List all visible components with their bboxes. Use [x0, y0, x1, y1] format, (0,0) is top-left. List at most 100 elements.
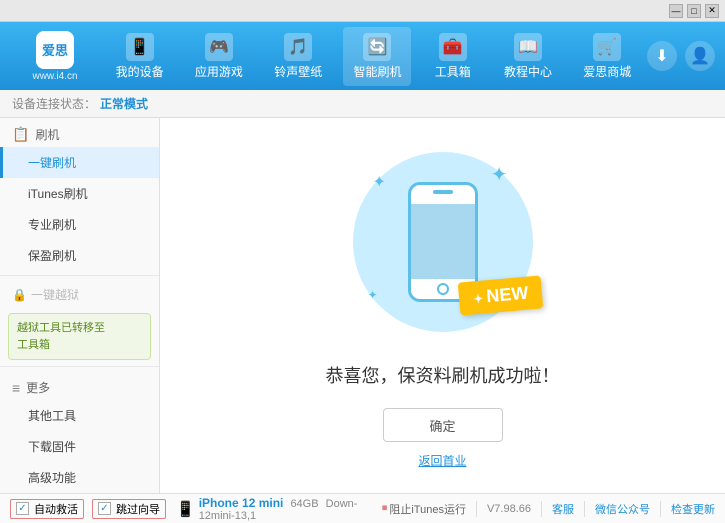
- skip-wizard-check-box: ✓: [98, 502, 111, 515]
- new-badge: NEW: [458, 275, 544, 315]
- confirm-button[interactable]: 确定: [383, 408, 503, 442]
- my-device-icon: 📱: [126, 33, 154, 61]
- device-name: iPhone 12 mini: [199, 496, 284, 510]
- sidebar-item-pro-flash[interactable]: 专业刷机: [0, 209, 159, 240]
- nav-apps-label: 应用游戏: [195, 63, 243, 80]
- nav-mall[interactable]: 🛒 爱思商城: [573, 27, 641, 86]
- more-section-icon: ≡: [12, 380, 20, 396]
- sparkle-tl-icon: ✦: [373, 172, 386, 192]
- sparkle-tr-icon: ✦: [491, 162, 508, 187]
- sidebar-section-flash-label: 刷机: [35, 126, 59, 143]
- bottom-divider: [476, 501, 477, 517]
- skip-wizard-checkbox[interactable]: ✓ 跳过向导: [92, 499, 166, 519]
- nav-bar: 📱 我的设备 🎮 应用游戏 🎵 铃声壁纸 🔄 智能刷机 🧰 工具箱 📖 教程中心…: [100, 27, 647, 86]
- auto-rescue-check-box: ✓: [16, 502, 29, 515]
- sidebar-item-advanced[interactable]: 高级功能: [0, 462, 159, 493]
- sidebar-section-flash: 📋 刷机: [0, 118, 159, 147]
- stop-itunes-label: 阻止iTunes运行: [389, 501, 466, 517]
- version-text: V7.98.66: [487, 503, 531, 515]
- skip-wizard-label: 跳过向导: [116, 501, 160, 517]
- logo-icon: 爱思: [36, 31, 74, 69]
- nav-apps[interactable]: 🎮 应用游戏: [185, 27, 253, 86]
- phone-home-button: [437, 283, 449, 295]
- sidebar-item-itunes-flash[interactable]: iTunes刷机: [0, 178, 159, 209]
- phone-illustration: ✦ ✦ ✦ NEW: [343, 142, 543, 342]
- wechat-link[interactable]: 微信公众号: [595, 501, 650, 517]
- device-storage: 64GB: [290, 498, 318, 510]
- phone-screen: [411, 204, 475, 279]
- notice-text: 越狱工具已转移至工具箱: [17, 322, 105, 351]
- itunes-flash-label: iTunes刷机: [28, 187, 88, 201]
- toolbox-icon: 🧰: [439, 33, 467, 61]
- sidebar: 📋 刷机 一键刷机 iTunes刷机 专业刷机 保盈刷机 🔒 一键越狱 越狱工具…: [0, 118, 160, 493]
- status-bar: 设备连接状态： 正常模式: [0, 90, 725, 118]
- header-right: ⬇ 👤: [647, 41, 715, 71]
- mall-icon: 🛒: [593, 33, 621, 61]
- smart-flash-icon: 🔄: [363, 33, 391, 61]
- sidebar-divider-1: [0, 275, 159, 276]
- nav-smart-flash[interactable]: 🔄 智能刷机: [343, 27, 411, 86]
- lock-icon: 🔒: [12, 288, 27, 302]
- customer-service-link[interactable]: 客服: [552, 501, 574, 517]
- nav-wallpaper-label: 铃声壁纸: [274, 63, 322, 80]
- auto-rescue-label: 自动救活: [34, 501, 78, 517]
- sidebar-section-more: ≡ 更多: [0, 371, 159, 400]
- sidebar-item-download-firmware[interactable]: 下载固件: [0, 431, 159, 462]
- status-label: 设备连接状态：: [12, 95, 96, 112]
- save-flash-label: 保盈刷机: [28, 249, 76, 263]
- nav-wallpaper[interactable]: 🎵 铃声壁纸: [264, 27, 332, 86]
- nav-toolbox[interactable]: 🧰 工具箱: [423, 27, 483, 86]
- sidebar-item-other-tools[interactable]: 其他工具: [0, 400, 159, 431]
- stop-itunes[interactable]: ⏹ 阻止iTunes运行: [382, 501, 466, 517]
- nav-smart-flash-label: 智能刷机: [353, 63, 401, 80]
- minimize-button[interactable]: —: [669, 4, 683, 18]
- close-button[interactable]: ✕: [705, 4, 719, 18]
- tutorial-icon: 📖: [514, 33, 542, 61]
- success-message: 恭喜您，保资料刷机成功啦！: [326, 362, 560, 388]
- flash-section-icon: 📋: [12, 126, 29, 143]
- sidebar-item-one-key-flash[interactable]: 一键刷机: [0, 147, 159, 178]
- again-link[interactable]: 返回首业: [418, 452, 466, 469]
- stop-itunes-icon: ⏹: [382, 502, 388, 515]
- maximize-button[interactable]: □: [687, 4, 701, 18]
- device-info: iPhone 12 mini 64GB Down-12mini-13,1: [199, 496, 382, 522]
- check-update-link[interactable]: 检查更新: [671, 501, 715, 517]
- sidebar-item-save-flash[interactable]: 保盈刷机: [0, 240, 159, 271]
- main-area: 📋 刷机 一键刷机 iTunes刷机 专业刷机 保盈刷机 🔒 一键越狱 越狱工具…: [0, 118, 725, 493]
- user-button[interactable]: 👤: [685, 41, 715, 71]
- sidebar-section-more-label: 更多: [26, 379, 50, 396]
- new-badge-text: NEW: [486, 283, 530, 307]
- bottom-divider-2: [541, 501, 542, 517]
- nav-my-device[interactable]: 📱 我的设备: [106, 27, 174, 86]
- one-key-flash-label: 一键刷机: [28, 156, 76, 170]
- apps-icon: 🎮: [205, 33, 233, 61]
- sidebar-disabled-jailbreak: 🔒 一键越狱: [0, 280, 159, 307]
- download-button[interactable]: ⬇: [647, 41, 677, 71]
- other-tools-label: 其他工具: [28, 409, 76, 423]
- bottom-divider-4: [660, 501, 661, 517]
- jailbreak-label: 一键越狱: [31, 286, 79, 303]
- nav-tutorial-label: 教程中心: [504, 63, 552, 80]
- bottom-left: ✓ 自动救活 ✓ 跳过向导: [10, 499, 166, 519]
- content-area: ✦ ✦ ✦ NEW 恭喜您，保资料刷机成功啦！ 确定 返回首业: [160, 118, 725, 493]
- sidebar-notice-jailbreak: 越狱工具已转移至工具箱: [8, 313, 151, 360]
- pro-flash-label: 专业刷机: [28, 218, 76, 232]
- logo[interactable]: 爱思 www.i4.cn: [10, 31, 100, 82]
- nav-tutorial[interactable]: 📖 教程中心: [494, 27, 562, 86]
- logo-url: www.i4.cn: [32, 71, 77, 82]
- title-bar: — □ ✕: [0, 0, 725, 22]
- header: 爱思 www.i4.cn 📱 我的设备 🎮 应用游戏 🎵 铃声壁纸 🔄 智能刷机…: [0, 22, 725, 90]
- sparkle-bl-icon: ✦: [368, 288, 378, 302]
- wallpaper-icon: 🎵: [284, 33, 312, 61]
- bottom-bar: ✓ 自动救活 ✓ 跳过向导 📱 iPhone 12 mini 64GB Down…: [0, 493, 725, 523]
- window-controls[interactable]: — □ ✕: [669, 4, 719, 18]
- nav-mall-label: 爱思商城: [583, 63, 631, 80]
- nav-toolbox-label: 工具箱: [435, 63, 471, 80]
- device-phone-icon: 📱: [176, 500, 195, 518]
- device-section: 📱 iPhone 12 mini 64GB Down-12mini-13,1: [176, 496, 382, 522]
- download-firmware-label: 下载固件: [28, 440, 76, 454]
- bottom-divider-3: [584, 501, 585, 517]
- status-value: 正常模式: [100, 95, 148, 112]
- auto-rescue-checkbox[interactable]: ✓ 自动救活: [10, 499, 84, 519]
- advanced-label: 高级功能: [28, 471, 76, 485]
